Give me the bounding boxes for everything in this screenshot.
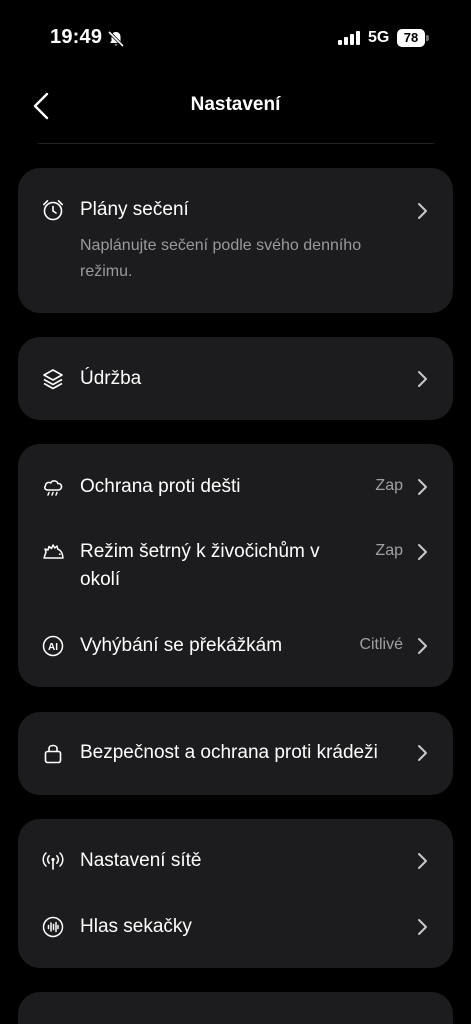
- section-more: [18, 992, 453, 1024]
- row-wildlife-friendly-mode[interactable]: Režim šetrný k živočichům v okolí Zap: [18, 524, 453, 604]
- row-mower-voice[interactable]: Hlas sekačky: [18, 899, 453, 955]
- section-network-voice: Nastavení sítě Hlas sekačky: [18, 819, 453, 968]
- section-security: Bezpečnost a ochrana proti krádeži: [18, 712, 453, 795]
- row-obstacle-avoidance[interactable]: AI Vyhýbání se překážkám Citlivé: [18, 616, 453, 676]
- row-value: Zap: [375, 477, 403, 494]
- bell-muted-icon: [106, 29, 126, 49]
- rain-cloud-icon: [40, 474, 66, 500]
- chevron-right-icon: [415, 201, 429, 221]
- chevron-right-icon: [415, 542, 429, 562]
- antenna-icon: [40, 848, 66, 874]
- section-maintenance: Údržba: [18, 337, 453, 420]
- lock-icon: [40, 740, 66, 766]
- row-label: Nastavení sítě: [80, 850, 202, 871]
- row-mowing-schedules[interactable]: Plány sečení Naplánujte sečení podle své…: [18, 168, 453, 313]
- row-label: Plány sečení: [80, 199, 189, 220]
- signal-icon: [338, 31, 360, 45]
- chevron-right-icon: [415, 636, 429, 656]
- section-protection: Ochrana proti dešti Zap Režim šetrný k ž…: [18, 444, 453, 687]
- divider: [38, 143, 434, 144]
- row-label: Režim šetrný k živočichům v okolí: [80, 541, 320, 590]
- status-time: 19:49: [50, 26, 103, 48]
- network-type: 5G: [368, 29, 390, 46]
- chevron-right-icon: [415, 743, 429, 763]
- battery-icon: 78: [397, 29, 429, 47]
- page-title: Nastavení: [190, 94, 281, 115]
- row-value: Citlivé: [359, 636, 403, 653]
- row-label: Bezpečnost a ochrana proti krádeži: [80, 742, 378, 763]
- row-description: Naplánujte sečení podle svého denního re…: [80, 237, 362, 280]
- voice-icon: [40, 914, 66, 940]
- ai-icon: AI: [40, 633, 66, 659]
- status-bar: 19:49 5G 78: [0, 0, 471, 76]
- row-maintenance[interactable]: Údržba: [18, 337, 453, 420]
- row-label: Hlas sekačky: [80, 916, 192, 937]
- row-label: Údržba: [80, 368, 142, 389]
- row-label: Ochrana proti dešti: [80, 476, 241, 497]
- row-rain-protection[interactable]: Ochrana proti dešti Zap: [18, 458, 453, 514]
- chevron-right-icon: [415, 851, 429, 871]
- row-label: Vyhýbání se překážkám: [80, 635, 283, 656]
- layers-icon: [40, 366, 66, 392]
- battery-level: 78: [397, 29, 425, 47]
- chevron-right-icon: [415, 477, 429, 497]
- row-security-anti-theft[interactable]: Bezpečnost a ochrana proti krádeži: [18, 712, 453, 795]
- hedgehog-icon: [40, 539, 66, 565]
- row-network-settings[interactable]: Nastavení sítě: [18, 833, 453, 889]
- alarm-clock-icon: [40, 197, 66, 223]
- row-value: Zap: [375, 542, 403, 559]
- svg-text:AI: AI: [48, 642, 58, 653]
- chevron-right-icon: [415, 917, 429, 937]
- chevron-right-icon: [415, 369, 429, 389]
- section-schedules: Plány sečení Naplánujte sečení podle své…: [18, 168, 453, 313]
- settings-screen: 19:49 5G 78 Nastavení Plány sečení Naplá…: [0, 0, 471, 1024]
